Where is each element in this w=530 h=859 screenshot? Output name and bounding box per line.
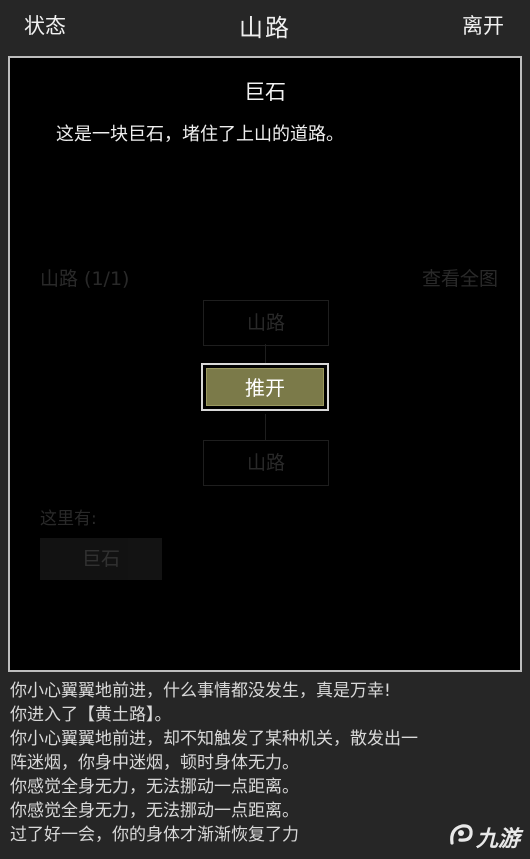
log-line: 你感觉全身无力，无法挪动一点距离。 xyxy=(10,801,299,821)
map-connector xyxy=(265,414,266,440)
event-dialog: 山路 (1/1) 查看全图 山路 山路 这里有: 巨石 巨石 这是一块巨石，堵住… xyxy=(8,56,522,672)
object-button: 巨石 xyxy=(40,538,162,580)
log-line: 你小心翼翼地前进，什么事情都没发生，真是万幸! xyxy=(10,681,391,701)
map-node-bottom: 山路 xyxy=(203,440,329,486)
region-label: 山路 (1/1) xyxy=(40,268,130,290)
location-title: 山路 xyxy=(239,14,291,42)
push-button-label: 推开 xyxy=(206,368,324,406)
push-button[interactable]: 推开 xyxy=(201,363,329,411)
log-line: 你小心翼翼地前进，却不知触发了某种机关，散发出一 xyxy=(10,729,418,749)
log-line: 你感觉全身无力，无法挪动一点距离。 xyxy=(10,777,299,797)
watermark-text: 九游 xyxy=(476,827,521,852)
here-label: 这里有: xyxy=(40,509,97,529)
dialog-title: 巨石 xyxy=(244,80,286,104)
message-log: 你小心翼翼地前进，什么事情都没发生，真是万幸! 你进入了【黄土路】。 你小心翼翼… xyxy=(10,679,520,847)
dialog-description: 这是一块巨石，堵住了上山的道路。 xyxy=(56,124,344,145)
nine-game-logo-icon xyxy=(450,824,473,845)
view-map-button: 查看全图 xyxy=(421,268,498,290)
map-node-top: 山路 xyxy=(203,300,329,346)
top-bar: 状态 山路 离开 xyxy=(0,0,530,50)
log-line: 阵迷烟，你身中迷烟，顿时身体无力。 xyxy=(10,753,299,773)
leave-button[interactable]: 离开 xyxy=(462,10,504,40)
log-line: 你进入了【黄土路】。 xyxy=(10,705,172,725)
log-line: 过了好一会，你的身体才渐渐恢复了力 xyxy=(10,825,299,845)
watermark: 九游 xyxy=(446,819,524,853)
